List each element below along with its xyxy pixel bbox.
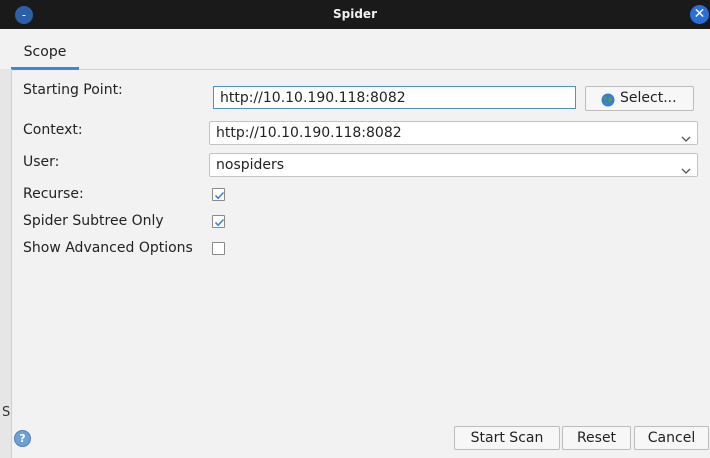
user-dropdown[interactable]: nospiders [209, 153, 698, 177]
window-title: Spider [333, 7, 377, 21]
recurse-checkbox[interactable] [212, 188, 225, 201]
chevron-down-icon [681, 129, 691, 142]
spider-subtree-only-label: Spider Subtree Only [23, 213, 164, 229]
select-button[interactable]: Select... [585, 86, 694, 111]
context-value: http://10.10.190.118:8082 [216, 125, 402, 141]
select-button-label: Select... [620, 90, 677, 106]
user-value: nospiders [216, 157, 285, 173]
spider-dialog: Scope Starting Point: Select... Context:… [0, 29, 710, 458]
show-advanced-options-checkbox[interactable] [212, 242, 225, 255]
checkmark-icon [214, 218, 225, 227]
checkmark-icon [214, 191, 225, 200]
help-icon[interactable]: ? [14, 430, 31, 447]
user-label: User: [23, 154, 60, 170]
tab-bar: Scope [11, 38, 710, 70]
background-window-text: S [2, 405, 11, 420]
recurse-label: Recurse: [23, 186, 84, 202]
title-bar: Spider ✕ [0, 0, 710, 29]
spider-subtree-only-checkbox[interactable] [212, 215, 225, 228]
starting-point-label: Starting Point: [23, 82, 123, 98]
button-bar: ? Start Scan Reset Cancel [0, 426, 710, 458]
starting-point-input[interactable] [213, 86, 576, 109]
reset-button[interactable]: Reset [562, 426, 631, 450]
tab-scope[interactable]: Scope [11, 38, 79, 70]
close-icon: ✕ [693, 6, 706, 22]
globe-icon [601, 92, 615, 107]
chevron-down-icon [681, 161, 691, 174]
start-scan-button[interactable]: Start Scan [454, 426, 560, 450]
close-button[interactable]: ✕ [690, 5, 709, 24]
context-label: Context: [23, 122, 83, 138]
context-dropdown[interactable]: http://10.10.190.118:8082 [209, 121, 698, 145]
left-panel-edge [0, 69, 12, 458]
show-advanced-options-label: Show Advanced Options [23, 240, 193, 256]
cancel-button[interactable]: Cancel [634, 426, 709, 450]
